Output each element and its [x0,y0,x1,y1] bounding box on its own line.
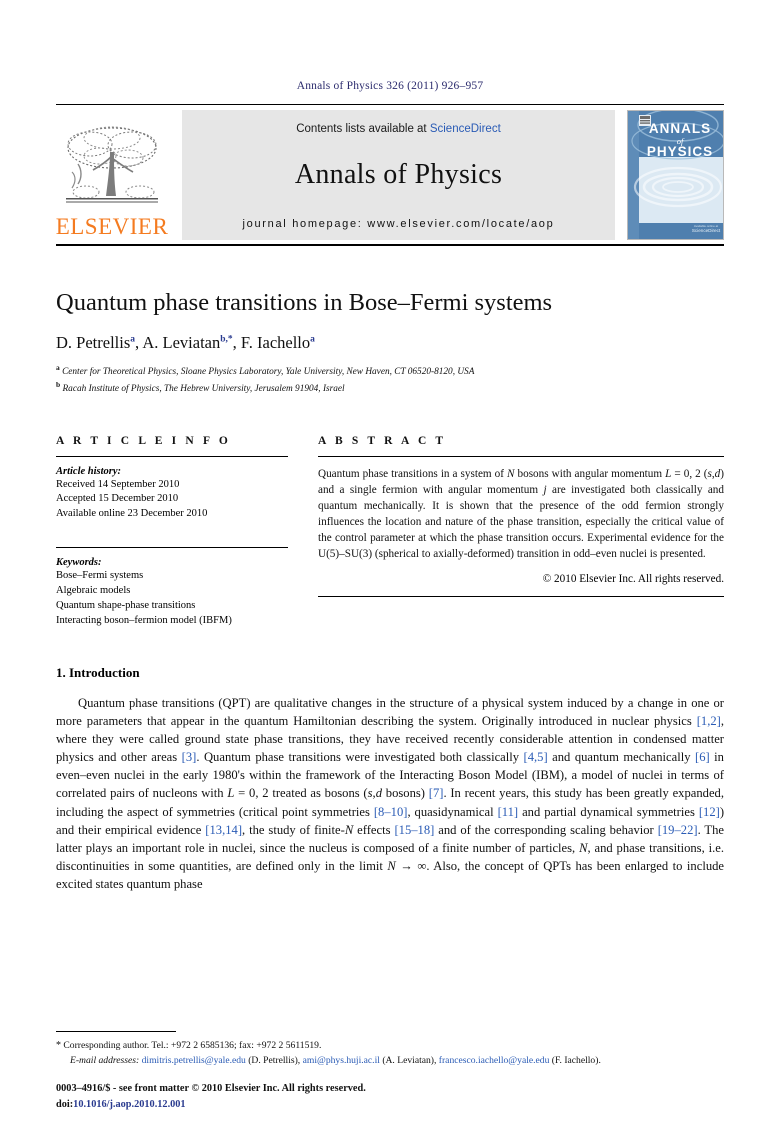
affiliation-b: b Racah Institute of Physics, The Hebrew… [56,380,724,397]
elsevier-wordmark: ELSEVIER [55,214,169,239]
author-name-3: F. Iachello [240,333,311,353]
article-history-label: Article history: [56,465,122,477]
keyword-2: Algebraic models [56,585,131,597]
author-list: D. Petrellisa, A. Leviatanb,*, F. Iachel… [56,333,315,353]
journal-homepage-link[interactable]: journal homepage: www.elsevier.com/locat… [243,218,555,230]
elsevier-tree-icon [66,126,158,203]
cover-artwork: ANNALS of PHYSICS ScienceDirect Availabl… [628,111,723,239]
introduction-paragraph: Quantum phase transitions (QPT) are qual… [56,695,725,892]
keyword-4: Interacting boson–fermion model (IBFM) [56,614,232,626]
author-marker-2: b,* [220,334,233,345]
issn-copyright-line: 0003–4916/$ - see front matter © 2010 El… [56,1083,366,1095]
affiliation-a: a Center for Theoretical Physics, Sloane… [56,363,724,380]
keywords-rule [56,547,288,549]
page-title: Quantum phase transitions in Bose–Fermi … [56,289,553,316]
running-head: Annals of Physics 326 (2011) 926–957 [296,80,484,92]
keyword-3: Quantum shape-phase transitions [56,600,196,612]
svg-text:PHYSICS: PHYSICS [647,144,713,159]
header-bottom-rule [56,244,724,246]
journal-header-band: ELSEVIER Contents lists available at Sci… [56,110,724,240]
footnote-rule [56,1031,176,1033]
contents-available-line: Contents lists available at ScienceDirec… [296,123,501,135]
journal-title: Annals of Physics [294,158,503,190]
affiliation-list: a Center for Theoretical Physics, Sloane… [56,363,724,396]
author-marker-1: a [130,334,135,345]
affiliation-text-a: Center for Theoretical Physics, Sloane P… [62,367,475,378]
elsevier-logo[interactable]: ELSEVIER [56,110,168,240]
footnote-zone: * Corresponding author. Tel.: +972 2 658… [56,1031,724,1068]
header-top-rule [56,104,724,105]
keywords-label: Keywords: [56,557,102,569]
email-link-1[interactable]: dimitris.petrellis@yale.edu [142,1055,246,1066]
email-label: E-mail addresses: [70,1054,140,1066]
email-person-1: (D. Petrellis) [248,1054,298,1066]
author-marker-3: a [310,334,315,345]
article-first-page: Annals of Physics 326 (2011) 926–957 ELS… [0,0,780,1134]
corresponding-author-note: * Corresponding author. Tel.: +972 2 658… [56,1040,322,1052]
article-info-heading: A R T I C L E I N F O [56,434,231,447]
journal-cover-thumbnail[interactable]: ANNALS of PHYSICS ScienceDirect Availabl… [627,110,724,240]
svg-text:ANNALS: ANNALS [649,121,711,136]
keyword-1: Bose–Fermi systems [56,570,144,582]
article-history-accepted: Accepted 15 December 2010 [56,493,179,505]
email-person-3: (F. Iachello) [551,1054,599,1066]
affiliation-marker-b: b [56,379,61,389]
email-person-2: (A. Leviatan) [382,1054,434,1066]
article-history-online: Available online 23 December 2010 [56,508,208,520]
abstract-copyright: © 2010 Elsevier Inc. All rights reserved… [542,572,724,585]
section-heading-introduction: 1. Introduction [56,664,140,680]
email-link-3[interactable]: francesco.iachello@yale.edu [439,1055,550,1066]
doi-link[interactable]: 10.1016/j.aop.2010.12.001 [73,1099,185,1110]
contents-prefix: Contents lists available at [296,123,430,135]
doi-line: doi:10.1016/j.aop.2010.12.001 [56,1097,366,1112]
doi-label: doi: [56,1098,74,1110]
abstract-rule [318,455,724,457]
abstract-text: Quantum phase transitions in a system of… [318,467,724,560]
issn-footer: 0003–4916/$ - see front matter © 2010 El… [56,1081,366,1112]
journal-banner: Contents lists available at ScienceDirec… [182,110,615,240]
article-info-column: A R T I C L E I N F O Article history: R… [56,435,288,629]
info-abstract-block: A R T I C L E I N F O Article history: R… [56,435,724,629]
svg-text:ScienceDirect: ScienceDirect [692,228,721,233]
email-link-2[interactable]: ami@phys.huji.ac.il [303,1055,380,1066]
author-name-2: A. Leviatan [142,333,221,353]
email-addresses-note: E-mail addresses: dimitris.petrellis@yal… [70,1054,601,1066]
article-history-received: Received 14 September 2010 [56,478,180,490]
article-info-rule [56,455,288,457]
abstract-heading: A B S T R A C T [318,434,447,447]
abstract-bottom-rule [318,595,724,597]
author-name-1: D. Petrellis [56,333,131,353]
abstract-column: A B S T R A C T Quantum phase transition… [318,435,724,629]
svg-text:Available online at: Available online at [694,224,718,228]
affiliation-text-b: Racah Institute of Physics, The Hebrew U… [62,384,345,395]
affiliation-marker-a: a [56,363,60,373]
sciencedirect-link[interactable]: ScienceDirect [430,123,501,135]
